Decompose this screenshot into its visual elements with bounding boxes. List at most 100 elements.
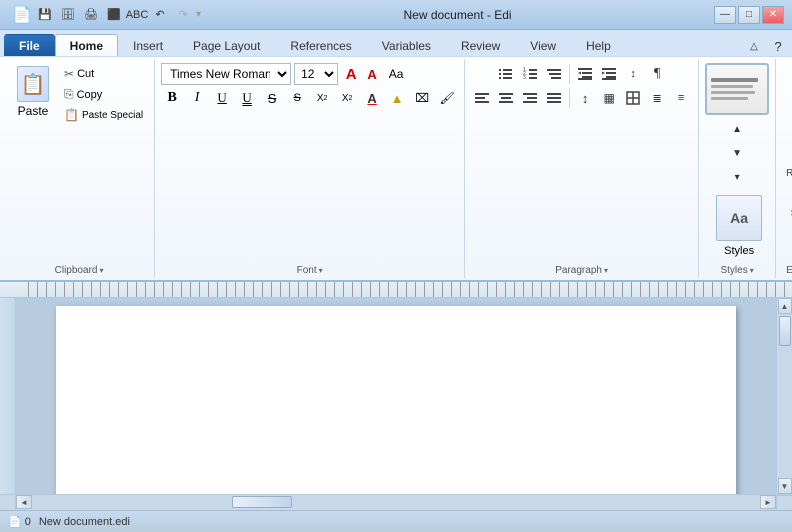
window-controls: — □ ✕	[714, 6, 784, 24]
paste-special-button[interactable]: 📋 Paste Special	[59, 106, 148, 124]
paragraph-group-content: 1. 2. 3.	[471, 61, 692, 263]
redo-button[interactable]: ↷	[173, 5, 193, 25]
tab-references[interactable]: References	[275, 34, 366, 56]
page-icon: 📄	[8, 515, 22, 528]
svg-text:3.: 3.	[523, 75, 527, 81]
subscript-button[interactable]: X2	[336, 87, 358, 109]
tab-insert[interactable]: Insert	[118, 34, 178, 56]
scroll-track[interactable]	[778, 314, 792, 478]
clear-format-button[interactable]: ⌧	[411, 87, 433, 109]
cut-button[interactable]: ✂ Cut	[59, 65, 148, 83]
copy-label: Copy	[77, 89, 103, 101]
styles-up-button[interactable]: ▲	[726, 118, 748, 140]
cut-icon: ✂	[64, 67, 74, 81]
font-size-buttons: A A	[341, 64, 382, 84]
underline2-button[interactable]: U	[236, 87, 258, 109]
tab-view[interactable]: View	[515, 34, 571, 56]
tab-help[interactable]: Help	[571, 34, 626, 56]
save-button[interactable]: 💾	[35, 5, 55, 25]
select-button[interactable]: ⬚ Select	[787, 185, 792, 223]
vertical-scrollbar[interactable]: ▲ ▼	[776, 298, 792, 494]
decrease-indent-button[interactable]	[574, 63, 596, 85]
spell-check-button[interactable]: ABC	[127, 5, 147, 25]
tab-bar: File Home Insert Page Layout References …	[0, 30, 792, 56]
sort-button[interactable]: ↕	[622, 63, 644, 85]
replace-button[interactable]: ↔ Replace	[782, 146, 792, 183]
minimize-button[interactable]: —	[714, 6, 736, 24]
help-icon-button[interactable]: ?	[768, 36, 788, 56]
paragraph-expand-icon[interactable]: ▾	[604, 266, 608, 275]
increase-indent-button[interactable]	[598, 63, 620, 85]
styles-group-content: ▲ ▼ ▾ Aa Styles	[705, 61, 769, 263]
undo-button[interactable]: ↶	[150, 5, 170, 25]
bold-button[interactable]: B	[161, 87, 183, 109]
tab-file[interactable]: File	[4, 34, 55, 56]
save-local-button[interactable]: 🗄	[58, 5, 78, 25]
para-extra-button[interactable]: ≡	[670, 87, 692, 109]
page-container[interactable]	[16, 298, 776, 494]
clipboard-group-content: 📋 Paste ✂ Cut ⎘ Copy 📋	[10, 61, 148, 263]
paste-icon: 📋	[17, 66, 49, 102]
clipboard-group: 📋 Paste ✂ Cut ⎘ Copy 📋	[4, 59, 155, 278]
h-scroll-track[interactable]	[32, 495, 760, 509]
shading-button[interactable]: ▦	[598, 87, 620, 109]
tab-variables[interactable]: Variables	[367, 34, 446, 56]
copy-icon: ⎘	[64, 87, 74, 102]
scroll-up-button[interactable]: ▲	[778, 298, 792, 314]
ribbon-collapse-button[interactable]: △	[744, 36, 764, 56]
pilcrow-button[interactable]: ¶	[646, 63, 668, 85]
close-button[interactable]: ✕	[762, 6, 784, 24]
tab-home[interactable]: Home	[55, 34, 118, 56]
scroll-thumb[interactable]	[779, 316, 791, 346]
maximize-button[interactable]: □	[738, 6, 760, 24]
bullet-list-button[interactable]	[495, 63, 517, 85]
h-scroll-right-button[interactable]: ►	[760, 495, 776, 509]
print-preview-button[interactable]: ⬛	[104, 5, 124, 25]
styles-expand-icon[interactable]: ▾	[750, 266, 754, 275]
numbered-list-button[interactable]: 1. 2. 3.	[519, 63, 541, 85]
align-right-button[interactable]	[519, 87, 541, 109]
strikethrough-button[interactable]: S	[261, 87, 283, 109]
styles-expand-button[interactable]: ▾	[726, 166, 748, 188]
styles-button[interactable]: Aa Styles	[712, 191, 766, 261]
superscript-button[interactable]: X2	[311, 87, 333, 109]
font-grow-button[interactable]: A	[341, 64, 361, 84]
title-bar: 📄 💾 🗄 🖨 ⬛ ABC ↶ ↷ ▾ New document - Edi —…	[0, 0, 792, 30]
print-button[interactable]: 🖨	[81, 5, 101, 25]
underline-button[interactable]: U	[211, 87, 233, 109]
font-expand-icon[interactable]: ▾	[319, 266, 323, 275]
copy-button[interactable]: ⎘ Copy	[59, 85, 148, 104]
strikethrough2-button[interactable]: S	[286, 87, 308, 109]
styles-label: Styles ▾	[720, 263, 753, 276]
format-paint-button[interactable]: 🖌	[436, 87, 458, 109]
font-family-select[interactable]: Times New Roman Arial Calibri	[161, 63, 291, 85]
scroll-down-button[interactable]: ▼	[778, 478, 792, 494]
border-button[interactable]	[622, 87, 644, 109]
font-row1: Times New Roman Arial Calibri 12 891011 …	[161, 63, 407, 85]
font-size-select[interactable]: 12 891011 14161824	[294, 63, 338, 85]
justify-button[interactable]	[543, 87, 565, 109]
clipboard-expand-icon[interactable]: ▾	[99, 266, 103, 275]
tab-review[interactable]: Review	[446, 34, 515, 56]
tab-page-layout[interactable]: Page Layout	[178, 34, 275, 56]
align-center-button[interactable]	[495, 87, 517, 109]
clipboard-label: Clipboard ▾	[55, 263, 104, 276]
line-spacing2-button[interactable]: ≣	[646, 87, 668, 109]
multilevel-list-button[interactable]	[543, 63, 565, 85]
font-label: Font ▾	[297, 263, 323, 276]
highlight-button[interactable]: ▲	[386, 87, 408, 109]
line-spacing-button[interactable]: ↕	[574, 87, 596, 109]
font-row2: B I U U S S X2 X2 A ▲ ⌧ 🖌	[161, 87, 458, 109]
align-left-button[interactable]	[471, 87, 493, 109]
font-shrink-button[interactable]: A	[362, 64, 382, 84]
font-color-button[interactable]: A	[361, 87, 383, 109]
h-scroll-thumb[interactable]	[232, 496, 292, 508]
paste-button[interactable]: 📋 Paste	[10, 63, 56, 121]
font-group: Times New Roman Arial Calibri 12 891011 …	[155, 59, 465, 278]
document-page[interactable]	[56, 306, 736, 494]
h-scroll-left-button[interactable]: ◄	[16, 495, 32, 509]
text-effects-button[interactable]: Aa	[385, 63, 407, 85]
styles-down-button[interactable]: ▼	[726, 142, 748, 164]
styles-label: Styles	[724, 245, 754, 257]
italic-button[interactable]: I	[186, 87, 208, 109]
